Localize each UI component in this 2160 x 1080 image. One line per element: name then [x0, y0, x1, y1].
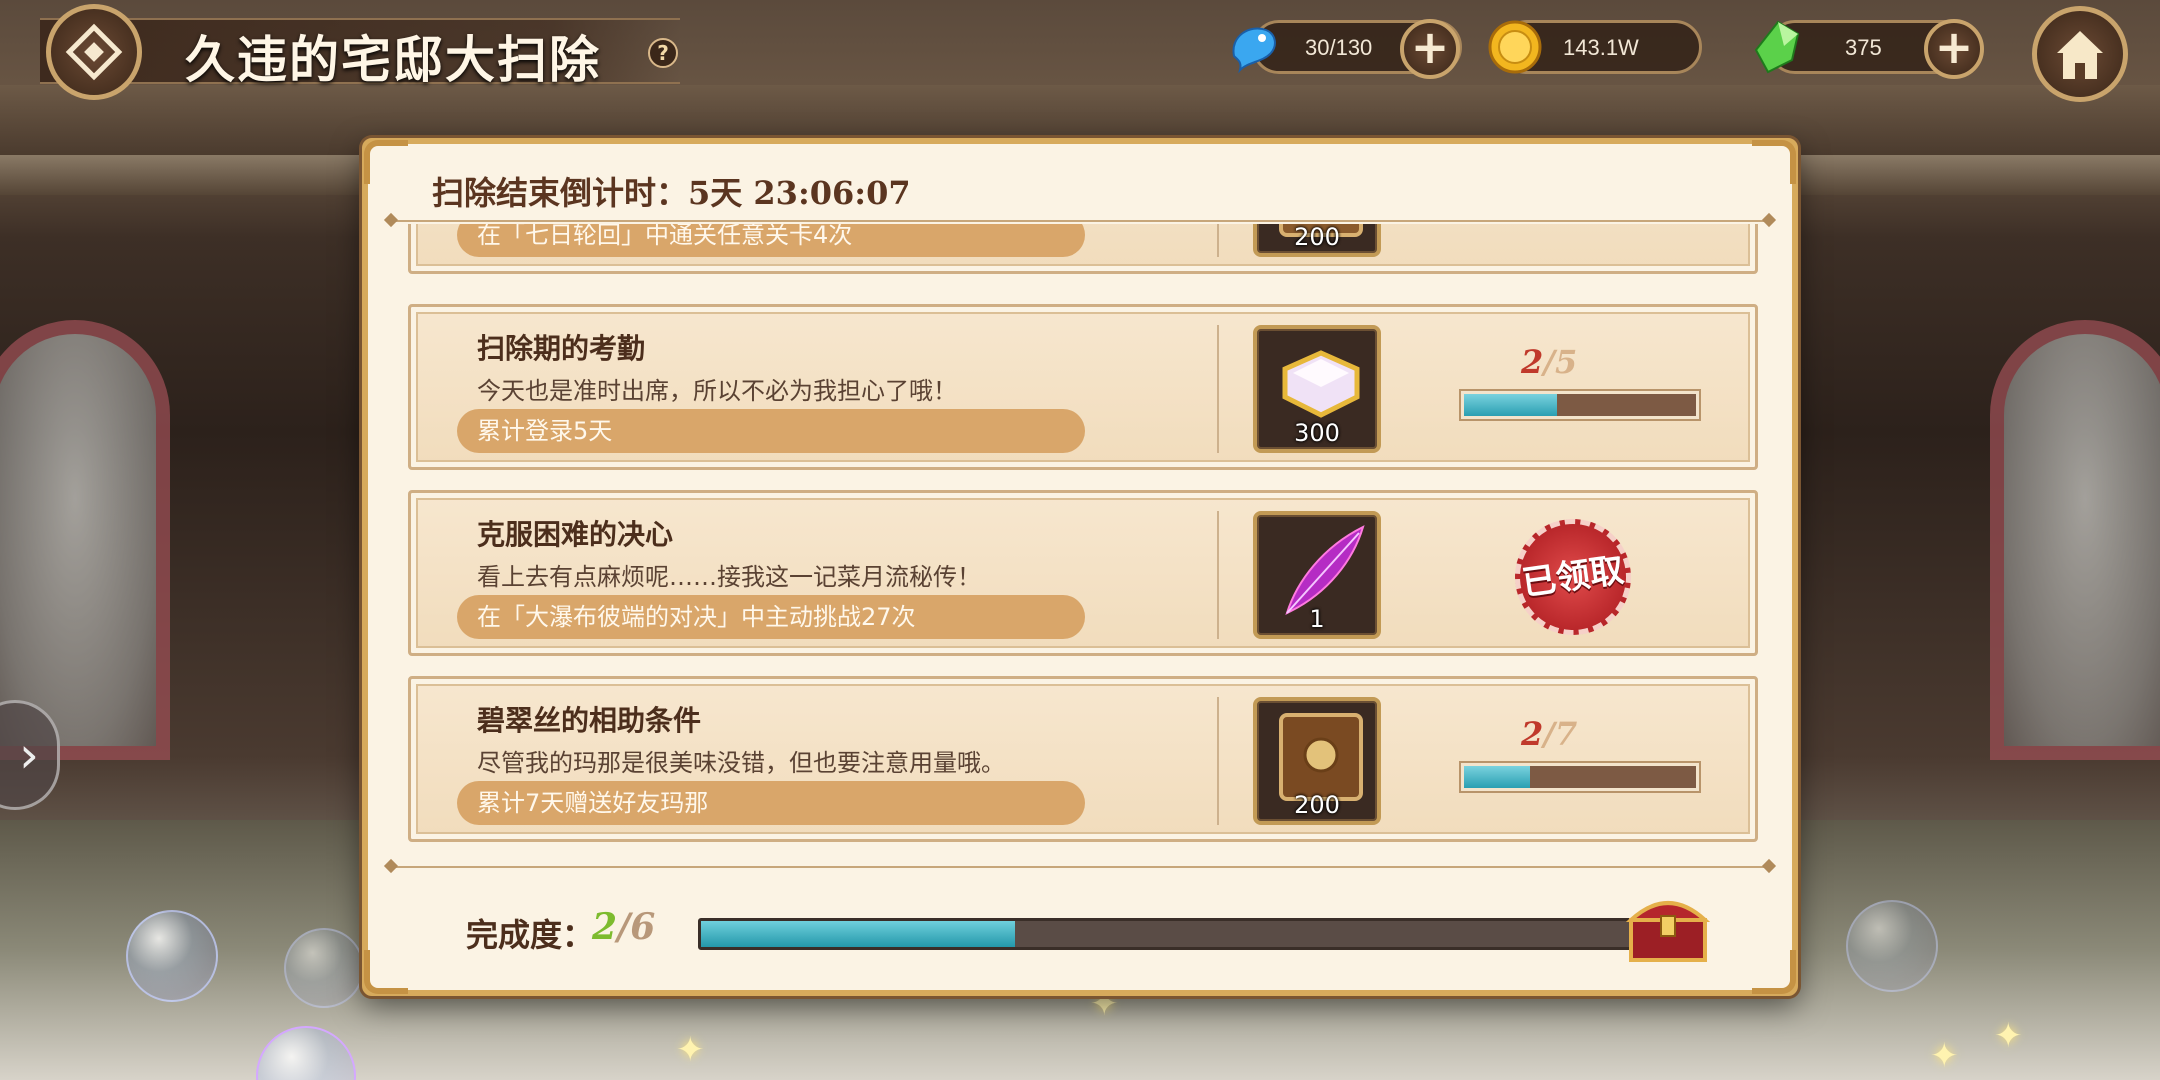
task-card: 克服困难的决心 看上去有点麻烦呢……接我这一记菜月流秘传！ 在「大瀑布彼端的对决… [408, 490, 1758, 656]
task-progress-text: 2/5 [1521, 343, 1578, 381]
page-title: 久违的宅邸大扫除 [185, 30, 601, 89]
task-card: 在「七日轮回」中通关任意关卡4次 200 [408, 224, 1758, 274]
add-stamina-button[interactable]: + [1400, 19, 1460, 79]
bubble-decoration [284, 928, 364, 1008]
task-title: 扫除期的考勤 [477, 332, 646, 365]
blue-bird-icon [1232, 27, 1276, 74]
reward-slot[interactable]: 200 [1253, 224, 1381, 257]
card-divider [1217, 697, 1219, 825]
task-list[interactable]: 在「七日轮回」中通关任意关卡4次 200 扫除期的考勤 今天也是准时出席，所以不… [408, 224, 1758, 846]
completion-value: 2/6 [592, 906, 656, 948]
corner-ornament [364, 140, 408, 184]
reward-slot[interactable]: 1 [1253, 511, 1381, 639]
task-condition: 在「七日轮回」中通关任意关卡4次 [457, 224, 1085, 257]
reward-quantity: 300 [1294, 419, 1340, 447]
card-divider [1217, 224, 1219, 257]
chevron-right-icon: › [19, 726, 39, 784]
claimed-stamp: 已领取 [1507, 511, 1639, 643]
plus-icon: + [1934, 20, 1974, 74]
gem-value: 375 [1845, 35, 1882, 60]
bubble-decoration [1846, 900, 1938, 992]
gold-value: 143.1W [1563, 35, 1639, 60]
task-progress-bar [1461, 763, 1699, 791]
sparkle-icon: ✦ [1930, 1036, 1959, 1076]
reward-quantity: 1 [1309, 605, 1325, 633]
diamond-menu-icon [65, 23, 123, 81]
menu-button[interactable] [46, 4, 142, 100]
top-bar: 久违的宅邸大扫除 ? 30/130 + 143.1W 375 + [0, 0, 2160, 102]
divider-line [390, 866, 1770, 868]
reward-quantity: 200 [1294, 224, 1340, 251]
arched-window-right [1990, 320, 2160, 760]
task-condition: 累计登录5天 [457, 409, 1085, 453]
help-icon[interactable]: ? [648, 38, 678, 68]
arched-window-left [0, 320, 170, 760]
task-card: 扫除期的考勤 今天也是准时出席，所以不必为我担心了哦！ 累计登录5天 300 2… [408, 304, 1758, 470]
task-card: 碧翠丝的相助条件 尽管我的玛那是很美味没错，但也要注意用量哦。 累计7天赠送好友… [408, 676, 1758, 842]
stamina-value: 30/130 [1305, 35, 1373, 60]
task-progress-bar [1461, 391, 1699, 419]
task-condition: 累计7天赠送好友玛那 [457, 781, 1085, 825]
cleanup-event-panel: 扫除结束倒计时：5天 23:06:07 在「七日轮回」中通关任意关卡4次 200… [362, 138, 1798, 996]
task-title: 碧翠丝的相助条件 [477, 704, 702, 737]
treasure-chest-icon[interactable] [1623, 886, 1713, 966]
green-crystal-icon [1754, 20, 1800, 74]
completion-progress-bar [698, 918, 1648, 950]
task-title: 克服困难的决心 [477, 518, 674, 551]
plus-icon: + [1410, 20, 1450, 74]
corner-ornament [1752, 140, 1796, 184]
home-button[interactable] [2032, 6, 2128, 102]
card-divider [1217, 325, 1219, 453]
sparkle-icon: ✦ [1994, 1016, 2023, 1056]
sparkle-icon: ✦ [676, 1030, 705, 1070]
task-description: 尽管我的玛那是很美味没错，但也要注意用量哦。 [477, 749, 1005, 777]
reward-slot[interactable]: 200 [1253, 697, 1381, 825]
divider-line [390, 220, 1770, 222]
task-condition: 在「大瀑布彼端的对决」中主动挑战27次 [457, 595, 1085, 639]
task-description: 看上去有点麻烦呢……接我这一记菜月流秘传！ [477, 563, 981, 591]
corner-ornament [364, 950, 408, 994]
task-progress-text: 2/7 [1521, 715, 1578, 753]
reward-quantity: 200 [1294, 791, 1340, 819]
card-divider [1217, 511, 1219, 639]
bubble-decoration [126, 910, 218, 1002]
event-countdown: 扫除结束倒计时：5天 23:06:07 [432, 174, 911, 212]
completion-label: 完成度： [466, 916, 595, 954]
reward-slot[interactable]: 300 [1253, 325, 1381, 453]
task-description: 今天也是准时出席，所以不必为我担心了哦！ [477, 377, 957, 405]
gold-coin-icon [1488, 20, 1542, 74]
corner-ornament [1752, 950, 1796, 994]
add-gem-button[interactable]: + [1924, 19, 1984, 79]
